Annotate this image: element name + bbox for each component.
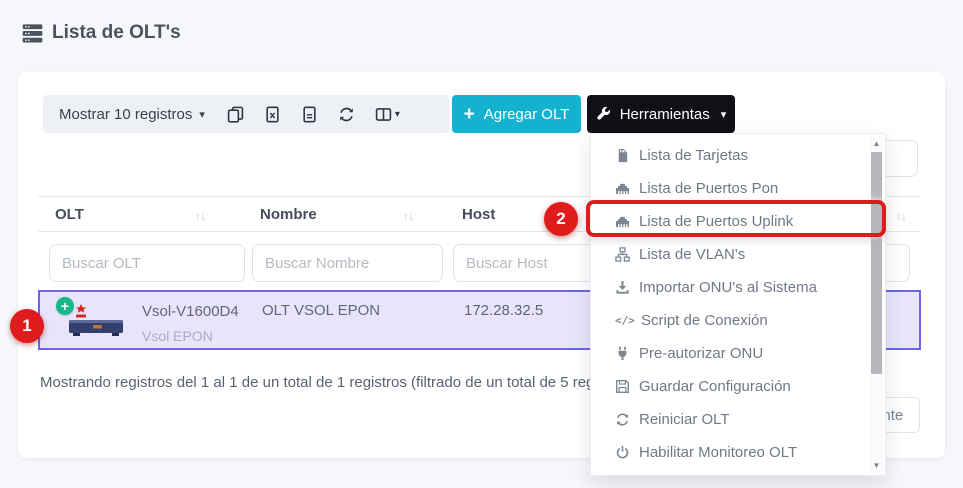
row-olt-type: Vsol EPON xyxy=(142,328,213,344)
scroll-up-arrow[interactable]: ▲ xyxy=(870,137,883,150)
table-toolbar: Mostrar 10 registros ▾ xyxy=(43,95,449,133)
menu-item-label: Guardar Configuración xyxy=(639,378,791,395)
menu-item-habilitar-monitoreo-olt[interactable]: Habilitar Monitoreo OLT xyxy=(591,436,885,469)
search-nombre-input[interactable] xyxy=(252,244,443,282)
save-icon xyxy=(615,379,630,394)
plus-icon: + xyxy=(464,105,475,124)
menu-item-label: Pre-autorizar ONU xyxy=(639,345,763,362)
menu-item-lista-de-vlans[interactable]: Lista de VLAN's xyxy=(591,238,885,271)
row-host: 172.28.32.5 xyxy=(464,302,543,319)
scrollbar-thumb[interactable] xyxy=(871,152,882,374)
olt-device-image xyxy=(67,300,125,344)
menu-item-lista-de-puertos-uplink[interactable]: Lista de Puertos Uplink xyxy=(591,205,885,238)
show-records-dropdown[interactable]: Mostrar 10 registros ▾ xyxy=(59,106,205,123)
search-olt-input[interactable] xyxy=(49,244,245,282)
sort-icon: ↑↓ xyxy=(896,209,906,223)
export-buttons: ▾ xyxy=(227,106,400,123)
column-header-olt[interactable]: OLT xyxy=(55,206,84,223)
menu-item-pre-autorizar-onu[interactable]: Pre-autorizar ONU xyxy=(591,337,885,370)
sort-icon: ↑↓ xyxy=(195,209,205,223)
refresh-icon xyxy=(615,412,630,427)
page-title: Lista de OLT's xyxy=(22,22,181,44)
wrench-icon xyxy=(596,107,611,122)
annotation-step-2: 2 xyxy=(544,202,578,236)
refresh-icon xyxy=(338,106,355,123)
caret-down-icon: ▾ xyxy=(721,108,727,121)
menu-item-label: Habilitar Monitoreo OLT xyxy=(639,444,797,461)
plug-icon xyxy=(615,346,630,361)
code-icon: </> xyxy=(615,314,632,327)
menu-item-reiniciar-olt[interactable]: Reiniciar OLT xyxy=(591,403,885,436)
page-title-text: Lista de OLT's xyxy=(52,22,181,44)
sitemap-icon xyxy=(615,247,630,262)
excel-export-button[interactable] xyxy=(264,106,281,123)
download-icon xyxy=(615,280,630,295)
tools-menu-button[interactable]: Herramientas ▾ xyxy=(587,95,735,133)
menu-item-lista-de-tarjetas[interactable]: Lista de Tarjetas xyxy=(591,139,885,172)
dropdown-scrollbar: ▲ ▼ xyxy=(870,136,883,473)
ethernet-icon xyxy=(615,214,630,229)
menu-item-label: Script de Conexión xyxy=(641,312,768,329)
menu-item-lista-de-puertos-pon[interactable]: Lista de Puertos Pon xyxy=(591,172,885,205)
add-olt-button[interactable]: + Agregar OLT xyxy=(452,95,581,133)
refresh-table-button[interactable] xyxy=(338,106,355,123)
tools-dropdown-menu: Lista de Tarjetas Lista de Puertos Pon L… xyxy=(590,133,886,476)
ethernet-icon xyxy=(615,181,630,196)
menu-item-importar-onus[interactable]: Importar ONU's al Sistema xyxy=(591,271,885,304)
column-visibility-button[interactable]: ▾ xyxy=(375,106,400,123)
menu-item-label: Reiniciar OLT xyxy=(639,411,730,428)
sort-icon: ↑↓ xyxy=(403,209,413,223)
excel-icon xyxy=(264,106,281,123)
menu-item-label: Lista de Puertos Uplink xyxy=(639,213,793,230)
row-olt-model: Vsol-V1600D4 xyxy=(142,303,239,320)
annotation-step-1: 1 xyxy=(10,309,44,343)
add-olt-label: Agregar OLT xyxy=(484,106,570,123)
table-info-text: Mostrando registros del 1 al 1 de un tot… xyxy=(40,374,635,391)
copy-icon xyxy=(227,106,244,123)
copy-button[interactable] xyxy=(227,106,244,123)
scroll-down-arrow[interactable]: ▼ xyxy=(870,459,883,472)
show-records-label: Mostrar 10 registros xyxy=(59,106,192,123)
column-header-nombre[interactable]: Nombre xyxy=(260,206,317,223)
caret-down-icon: ▾ xyxy=(199,108,205,121)
menu-item-guardar-configuracion[interactable]: Guardar Configuración xyxy=(591,370,885,403)
tools-label: Herramientas xyxy=(620,106,710,123)
menu-item-label: Lista de Tarjetas xyxy=(639,147,748,164)
menu-item-label: Importar ONU's al Sistema xyxy=(639,279,817,296)
power-icon xyxy=(615,445,630,460)
menu-item-label: Lista de VLAN's xyxy=(639,246,745,263)
menu-item-script-de-conexion[interactable]: </> Script de Conexión xyxy=(591,304,885,337)
file-icon xyxy=(301,106,318,123)
columns-icon xyxy=(375,106,392,123)
column-header-host[interactable]: Host xyxy=(462,206,495,223)
row-nombre: OLT VSOL EPON xyxy=(262,302,380,319)
caret-down-icon: ▾ xyxy=(395,109,400,120)
menu-item-label: Lista de Puertos Pon xyxy=(639,180,778,197)
server-icon xyxy=(22,23,43,44)
olt-list-page: Lista de OLT's Mostrar 10 registros ▾ xyxy=(0,0,963,488)
sd-card-icon xyxy=(615,148,630,163)
file-export-button[interactable] xyxy=(301,106,318,123)
